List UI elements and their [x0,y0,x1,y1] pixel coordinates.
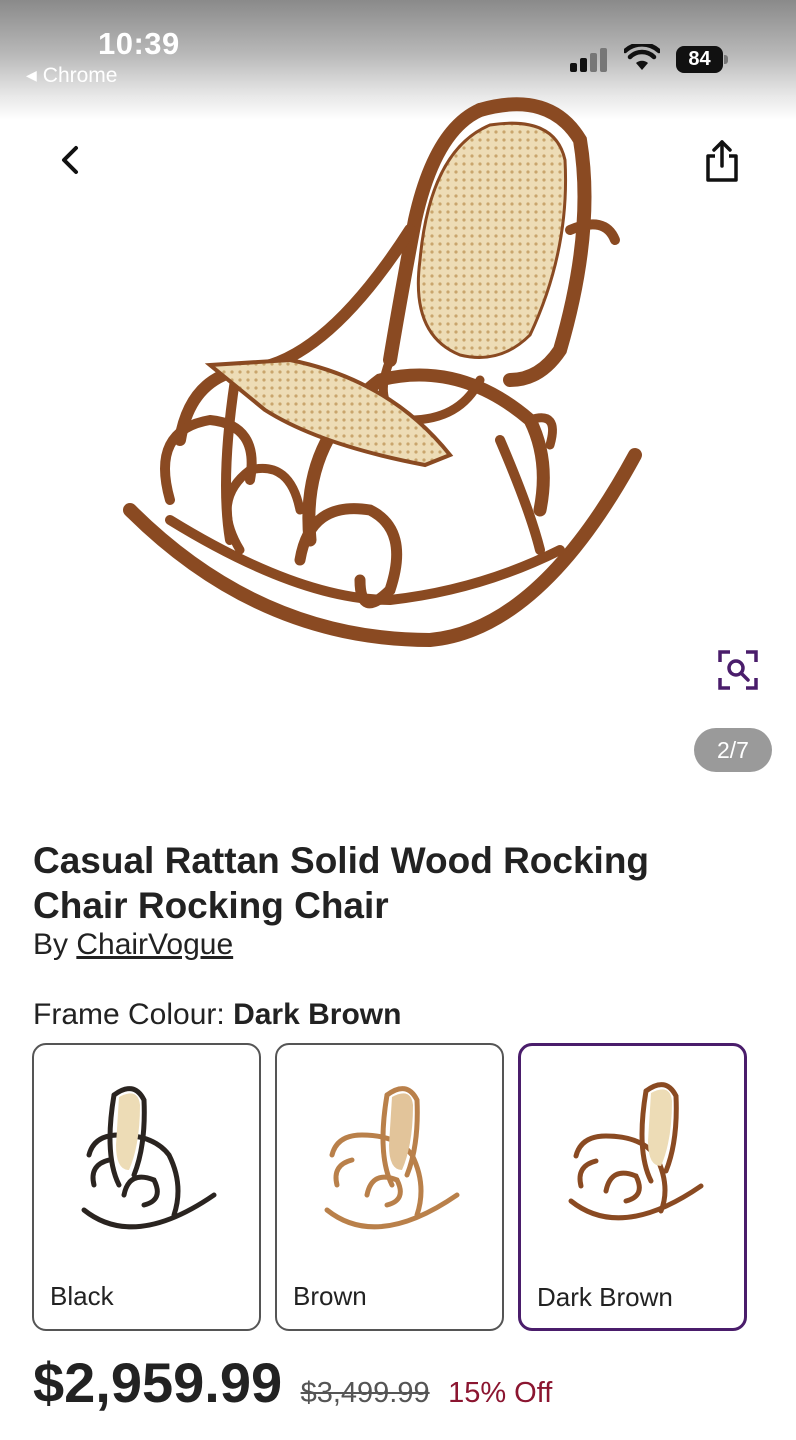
cellular-signal-icon [570,46,612,72]
original-price: $3,499.99 [300,1377,430,1409]
frame-colour-label: Frame Colour: Dark Brown [33,998,401,1032]
selected-option-value: Dark Brown [233,998,402,1031]
option-label-text: Frame Colour: [33,998,225,1031]
product-title: Casual Rattan Solid Wood Rocking Chair R… [33,840,650,926]
gallery-counter: 2/7 [694,728,772,772]
by-prefix: By [33,928,69,961]
discount-badge: 15% Off [448,1377,553,1409]
swatch-image-brown [324,1086,460,1230]
share-icon[interactable] [700,136,744,186]
swatch-brown[interactable]: Brown [275,1043,504,1331]
swatch-label-black: Black [50,1281,114,1311]
chevron-left-icon[interactable] [52,140,92,180]
colour-swatch-group: Black Brown Dark Brown [32,1043,752,1331]
product-hero-image[interactable] [60,80,700,680]
swatch-image-black [81,1086,217,1230]
swatch-black[interactable]: Black [32,1043,261,1331]
back-triangle-icon: ◀ [26,67,37,83]
zoom-search-icon[interactable] [716,648,760,692]
brand-link[interactable]: ChairVogue [76,928,233,961]
swatch-image-dark-brown [568,1082,704,1221]
wifi-icon [624,44,660,70]
swatch-label-dark-brown: Dark Brown [537,1282,673,1312]
battery-level: 84 [676,46,723,73]
battery-icon: 84 [676,46,728,73]
price-row: $2,959.99 $3,499.99 15% Off [33,1350,552,1420]
swatch-label-brown: Brown [293,1281,367,1311]
byline: By ChairVogue [33,928,233,962]
swatch-dark-brown[interactable]: Dark Brown [518,1043,747,1331]
current-price: $2,959.99 [33,1351,283,1414]
status-time: 10:39 [98,26,180,61]
